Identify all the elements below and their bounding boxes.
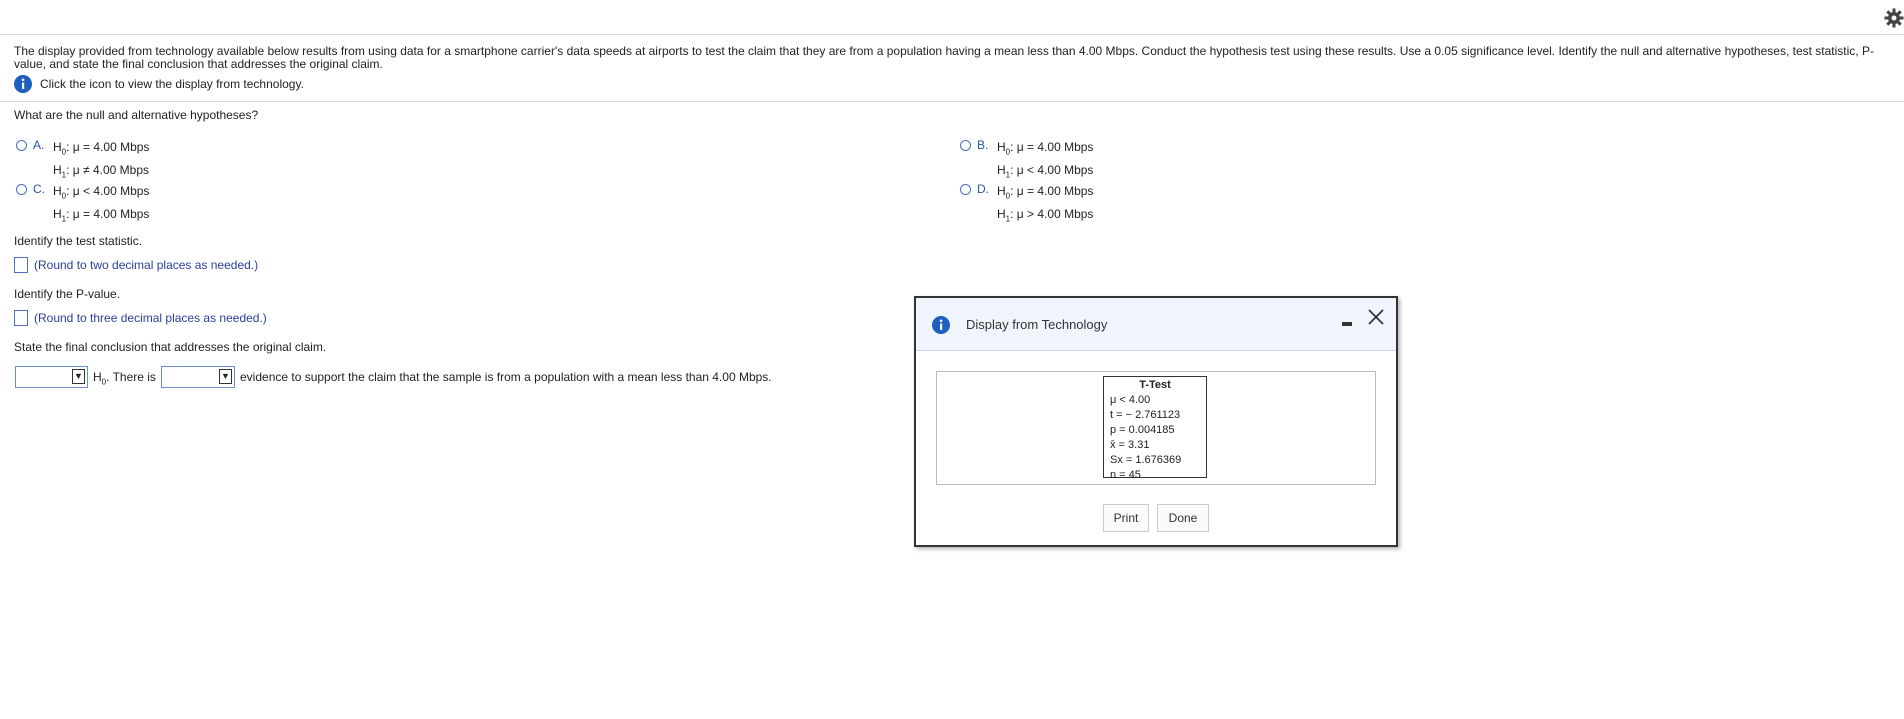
top-bar xyxy=(0,0,1904,35)
t-test-line: t = − 2.761123 xyxy=(1110,409,1181,421)
option-c[interactable]: C. H0: μ < 4.00 Mbps H1: μ = 4.00 Mbps xyxy=(16,182,149,229)
dialog-header: Display from Technology xyxy=(916,298,1396,351)
question-hypotheses: What are the null and alternative hypoth… xyxy=(14,108,259,122)
h0-label: H0. There is xyxy=(93,370,156,387)
t-test-title: T-Test xyxy=(1139,379,1171,391)
dropdown-arrow-icon[interactable]: ▼ xyxy=(219,369,232,384)
dialog-title: Display from Technology xyxy=(966,317,1108,332)
radio-button[interactable] xyxy=(16,184,27,195)
option-a[interactable]: A. H0: μ = 4.00 Mbps H1: μ ≠ 4.00 Mbps xyxy=(16,138,149,185)
t-test-line: p = 0.004185 xyxy=(1110,424,1175,436)
hypothesis-pair: H0: μ = 4.00 Mbps H1: μ < 4.00 Mbps xyxy=(997,140,1094,180)
p-value-input[interactable] xyxy=(14,310,28,326)
conclusion-text: evidence to support the claim that the s… xyxy=(240,370,772,384)
round-hint: (Round to three decimal places as needed… xyxy=(34,311,267,325)
evidence-level-select[interactable]: ▼ xyxy=(161,366,235,388)
option-letter: B. xyxy=(977,138,989,152)
round-hint: (Round to two decimal places as needed.) xyxy=(34,258,259,272)
question-test-statistic: Identify the test statistic. xyxy=(14,234,143,248)
option-letter: C. xyxy=(33,182,45,196)
option-letter: D. xyxy=(977,182,989,196)
print-button[interactable]: Print xyxy=(1103,504,1149,532)
t-test-output: T-Test μ < 4.00 t = − 2.761123 p = 0.004… xyxy=(1103,376,1207,481)
hypothesis-pair: H0: μ = 4.00 Mbps H1: μ > 4.00 Mbps xyxy=(997,184,1094,224)
divider xyxy=(0,101,1904,102)
t-test-line: Sx = 1.676369 xyxy=(1110,454,1182,466)
info-icon xyxy=(932,316,950,334)
option-d[interactable]: D. H0: μ = 4.00 Mbps H1: μ > 4.00 Mbps xyxy=(960,182,1093,229)
radio-button[interactable] xyxy=(16,140,27,151)
reject-decision-select[interactable]: ▼ xyxy=(15,366,88,388)
close-icon[interactable] xyxy=(1367,308,1385,326)
radio-button[interactable] xyxy=(960,140,971,151)
t-test-line: n = 45 xyxy=(1110,469,1141,481)
technology-output-panel: T-Test μ < 4.00 t = − 2.761123 p = 0.004… xyxy=(936,371,1376,485)
hypothesis-pair: H0: μ < 4.00 Mbps H1: μ = 4.00 Mbps xyxy=(53,184,150,224)
test-statistic-input[interactable] xyxy=(14,257,28,273)
gear-icon[interactable] xyxy=(1884,8,1904,28)
dropdown-arrow-icon[interactable]: ▼ xyxy=(72,369,85,384)
done-button[interactable]: Done xyxy=(1157,504,1209,532)
technology-display-dialog: Display from Technology T-Test μ < 4.00 … xyxy=(914,296,1398,547)
option-letter: A. xyxy=(33,138,45,152)
hypothesis-pair: H0: μ = 4.00 Mbps H1: μ ≠ 4.00 Mbps xyxy=(53,140,150,180)
info-link-row[interactable]: Click the icon to view the display from … xyxy=(14,75,304,93)
t-test-line: μ < 4.00 xyxy=(1110,394,1151,406)
radio-button[interactable] xyxy=(960,184,971,195)
info-link-text: Click the icon to view the display from … xyxy=(40,77,304,91)
question-p-value: Identify the P-value. xyxy=(14,287,121,301)
problem-statement: The display provided from technology ava… xyxy=(14,44,1874,71)
t-test-line: x̄ = 3.31 xyxy=(1110,439,1150,451)
info-icon[interactable] xyxy=(14,75,32,93)
question-conclusion: State the final conclusion that addresse… xyxy=(14,340,327,354)
option-b[interactable]: B. H0: μ = 4.00 Mbps H1: μ < 4.00 Mbps xyxy=(960,138,1093,185)
minimize-icon[interactable] xyxy=(1342,322,1352,326)
